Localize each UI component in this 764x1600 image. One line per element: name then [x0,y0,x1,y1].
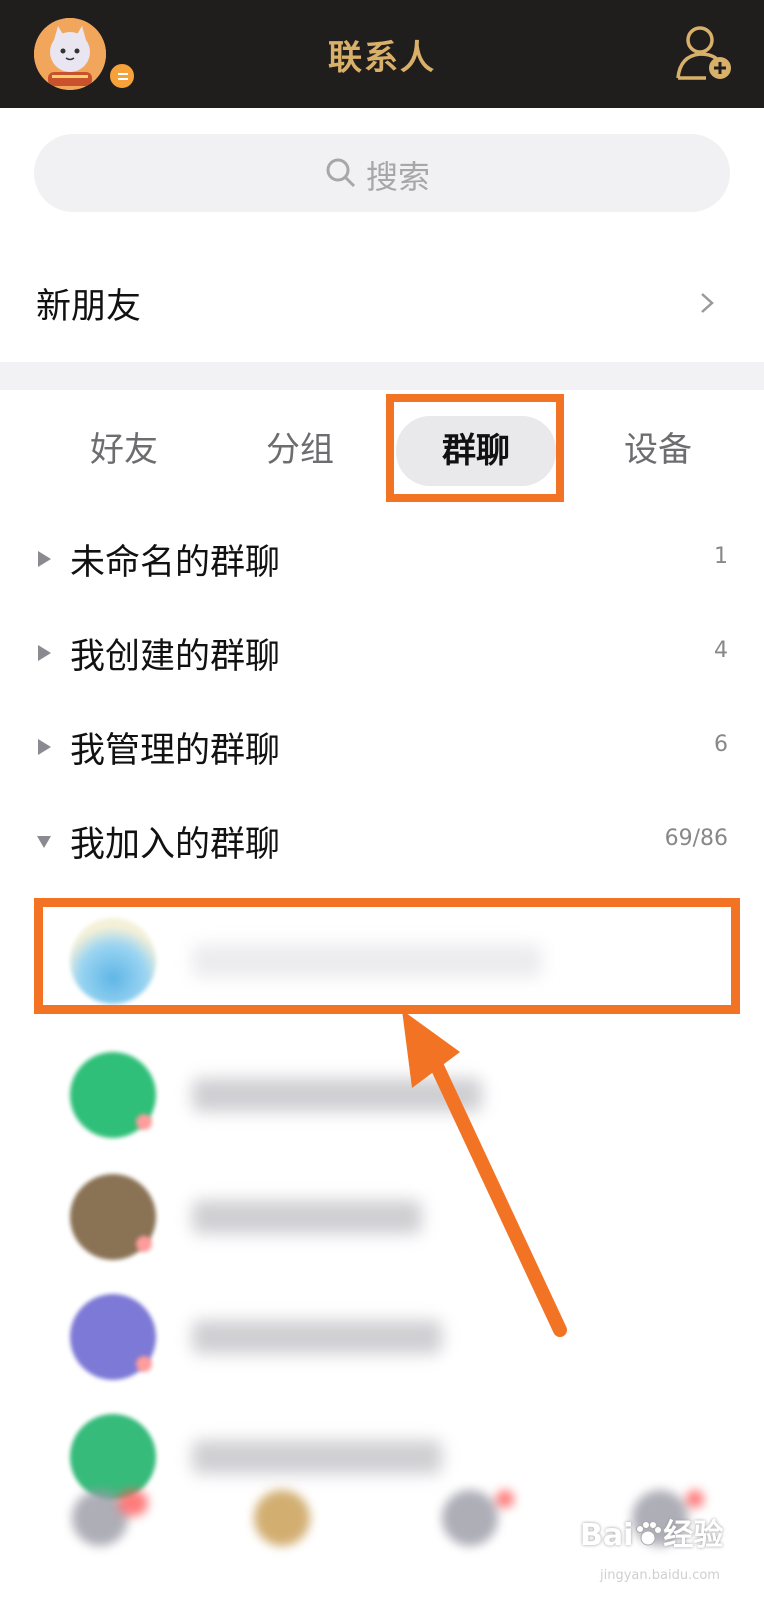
contacts-icon [254,1490,310,1546]
notification-dot [686,1490,704,1508]
top-bar: 联系人 [0,0,764,108]
group-category-count: 1 [714,544,728,569]
paw-icon [636,1521,663,1546]
group-category-unnamed[interactable]: 未命名的群聊 1 [0,512,764,608]
tab-friends[interactable]: 好友 [64,408,184,492]
search-placeholder: 搜索 [366,158,431,196]
watermark-url: jingyan.baidu.com [600,1568,720,1583]
group-category-label: 我管理的群聊 [70,731,281,771]
new-friends-row[interactable]: 新朋友 [0,250,764,360]
search-icon [326,158,356,188]
group-category-label: 未命名的群聊 [70,543,281,583]
search-input[interactable]: 搜索 [34,134,730,212]
notification-dot [136,1356,152,1372]
annotation-arrow-icon [402,1010,567,1337]
expanded-arrow-icon [37,836,51,848]
nav-explore[interactable] [410,1490,530,1600]
group-name-blurred [192,1200,422,1234]
watermark-brand: Bai [580,1518,634,1553]
notification-dot [496,1490,514,1508]
notification-dot [136,1236,152,1252]
group-chat-item[interactable] [0,1154,764,1278]
new-friends-label: 新朋友 [36,287,142,327]
section-divider [0,362,764,390]
unread-badge [118,1490,148,1516]
group-chat-item[interactable] [0,1274,764,1398]
watermark-brand-cn: 经验 [663,1518,724,1553]
group-category-joined[interactable]: 我加入的群聊 69/86 [0,794,764,890]
add-contact-icon[interactable] [672,20,736,84]
chat-highlight-box [34,898,740,1014]
nav-contacts[interactable] [222,1490,342,1600]
group-category-managed[interactable]: 我管理的群聊 6 [0,700,764,796]
group-name-blurred [192,1440,442,1474]
group-category-created[interactable]: 我创建的群聊 4 [0,606,764,702]
tab-devices[interactable]: 设备 [598,408,718,492]
tab-highlight-box [386,394,564,502]
group-category-count: 4 [714,638,728,663]
group-category-label: 我加入的群聊 [70,825,281,865]
page-title: 联系人 [328,38,436,78]
collapsed-arrow-icon [38,645,51,661]
group-category-count: 6 [714,732,728,757]
group-category-count: 69/86 [664,826,728,851]
nav-messages[interactable] [40,1490,160,1600]
notification-dot [136,1114,152,1130]
chevron-right-icon [701,293,714,313]
explore-icon [442,1490,498,1546]
group-category-label: 我创建的群聊 [70,637,281,677]
tab-groups[interactable]: 分组 [240,408,360,492]
group-chat-item[interactable] [0,1032,764,1156]
collapsed-arrow-icon [38,739,51,755]
collapsed-arrow-icon [38,551,51,567]
